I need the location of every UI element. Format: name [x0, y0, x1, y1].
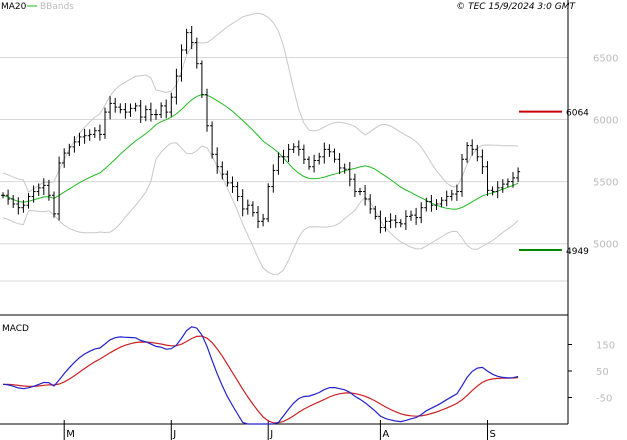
price-tick-label: 5000 — [593, 240, 618, 251]
price-tick-label: 6500 — [593, 53, 618, 64]
copyright-text: © TEC 15/9/2024 3:0 GMT — [456, 2, 576, 12]
month-label: J — [172, 429, 176, 440]
macd-pane-label: MACD — [2, 324, 29, 334]
macd-tick-label: 150 — [596, 341, 615, 352]
month-label: S — [490, 429, 496, 440]
price-tick-label: 5500 — [593, 178, 618, 189]
resistance-level-label: 6064 — [566, 109, 589, 119]
price-tick-label: 6000 — [593, 116, 618, 127]
month-label: A — [382, 429, 389, 440]
plot-background — [0, 0, 568, 424]
month-label: J — [269, 429, 273, 440]
month-label: M — [66, 429, 75, 440]
support-level-label: 4949 — [566, 247, 589, 257]
macd-tick-label: -50 — [596, 394, 612, 405]
legend-ma20: MA20 — [1, 2, 27, 12]
technical-chart: MA20 BBands © TEC 15/9/2024 3:0 GMT 6064… — [0, 0, 618, 440]
legend-bbands: BBands — [40, 2, 74, 12]
macd-tick-label: 50 — [596, 367, 609, 378]
